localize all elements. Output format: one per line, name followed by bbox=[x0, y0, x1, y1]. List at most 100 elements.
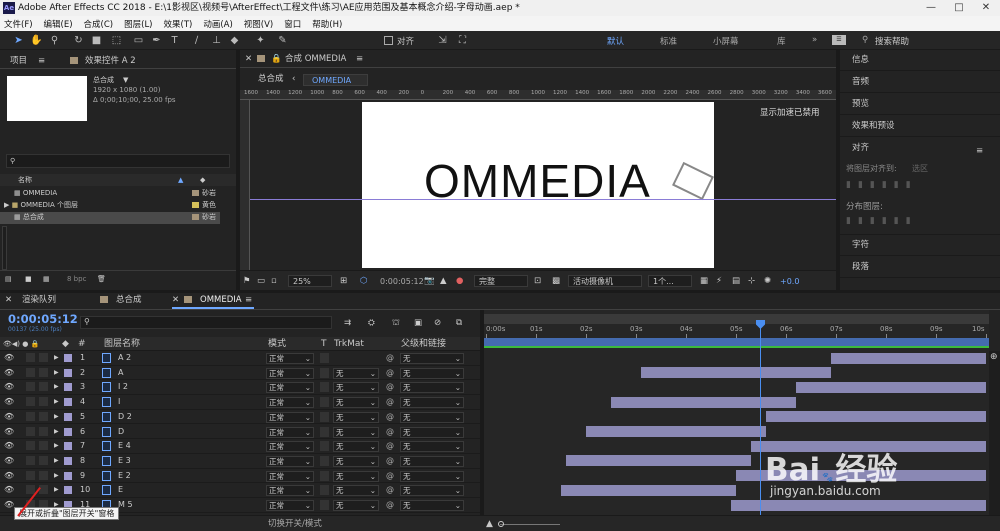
layer-row[interactable]: 👁 ▶ 10 E 正常 ⌄ 无 ⌄ @ 无 ⌄ bbox=[0, 483, 480, 498]
label-color-swatch[interactable] bbox=[64, 442, 72, 451]
pick-whip-icon[interactable]: @ bbox=[386, 470, 394, 482]
track-matte-dropdown[interactable]: 无 ⌄ bbox=[333, 367, 379, 379]
solo-toggle[interactable] bbox=[26, 397, 35, 407]
main-comp-tab[interactable]: 总合成 bbox=[116, 293, 142, 307]
lock-toggle[interactable] bbox=[39, 411, 48, 421]
blend-mode-dropdown[interactable]: 正常 ⌄ bbox=[266, 367, 314, 379]
maximize-button[interactable]: □ bbox=[945, 0, 973, 16]
layer-name[interactable]: E 4 bbox=[118, 440, 131, 452]
distribute-buttons-row[interactable]: ▮▮▮▮▮▮ bbox=[846, 216, 918, 226]
track-matte-dropdown[interactable]: 无 ⌄ bbox=[333, 397, 379, 409]
visibility-eye-icon[interactable]: 👁 bbox=[4, 426, 14, 438]
expand-layer-icon[interactable]: ▶ bbox=[54, 396, 59, 408]
comp-panel-tab[interactable]: 合成 OMMEDIA bbox=[285, 52, 346, 66]
type-tool-icon[interactable]: T bbox=[168, 34, 181, 47]
col-parent[interactable]: 父级和链接 bbox=[401, 338, 446, 350]
pick-whip-icon[interactable]: @ bbox=[386, 381, 394, 393]
bpc-label[interactable]: 8 bpc bbox=[67, 274, 86, 285]
zoom-dropdown[interactable]: 25% bbox=[288, 275, 332, 287]
label-color-swatch[interactable] bbox=[64, 471, 72, 480]
parent-dropdown[interactable]: 无 ⌄ bbox=[400, 382, 464, 394]
pixel-aspect-icon[interactable]: ▦ bbox=[700, 274, 708, 288]
draft-3d-icon[interactable]: ⛭ bbox=[368, 316, 375, 330]
toggle-switches-modes[interactable]: 切换开关/模式 bbox=[268, 518, 322, 530]
fast-previews-icon[interactable]: ⚡ bbox=[716, 274, 722, 288]
transparency-grid-icon[interactable]: ▩ bbox=[552, 274, 560, 288]
layer-duration-bar[interactable] bbox=[766, 411, 986, 423]
label-color-swatch[interactable] bbox=[64, 354, 72, 362]
blend-mode-dropdown[interactable]: 正常 ⌄ bbox=[266, 455, 314, 467]
preserve-transparency-toggle[interactable] bbox=[320, 426, 329, 437]
layer-row[interactable]: 👁 ▶ 8 E 3 正常 ⌄ 无 ⌄ @ 无 ⌄ bbox=[0, 454, 480, 469]
rotate-tool-icon[interactable]: ↻ bbox=[72, 34, 85, 47]
layer-duration-bar[interactable] bbox=[566, 455, 751, 467]
timeline-graph-area[interactable]: 0:00s 01s 02s 03s 04s 05s 06s 07s 08s 09s 10s bbox=[484, 310, 989, 531]
layer-duration-bar[interactable] bbox=[611, 396, 796, 408]
lock-icon[interactable]: 🔒 bbox=[271, 52, 282, 66]
parent-dropdown[interactable]: 无 ⌄ bbox=[400, 441, 464, 453]
project-menu-icon[interactable]: ≡ bbox=[38, 54, 45, 68]
workspace-small-screen[interactable]: 小屏幕 bbox=[713, 35, 739, 47]
layer-row[interactable]: 👁 ▶ 2 A 正常 ⌄ 无 ⌄ @ 无 ⌄ bbox=[0, 366, 480, 381]
track-matte-dropdown[interactable]: 无 ⌄ bbox=[333, 441, 379, 453]
parent-dropdown[interactable]: 无 ⌄ bbox=[400, 411, 464, 423]
clone-stamp-tool-icon[interactable]: ⊥ bbox=[210, 34, 223, 47]
ommedia-timeline-tab[interactable]: OMMEDIA bbox=[200, 293, 242, 307]
menu-effect[interactable]: 效果(T) bbox=[164, 18, 193, 30]
menu-edit[interactable]: 编辑(E) bbox=[44, 18, 73, 30]
roto-brush-tool-icon[interactable]: ✦ bbox=[254, 34, 267, 47]
project-item-ommedia[interactable]: ▦ OMMEDIA 砂岩 bbox=[0, 188, 236, 200]
align-buttons-row[interactable]: ▮▮▮▮▮▮ bbox=[846, 180, 918, 190]
expand-layer-icon[interactable]: ▶ bbox=[54, 381, 59, 393]
expand-layer-icon[interactable]: ▶ bbox=[54, 455, 59, 467]
exposure-reset-icon[interactable]: ✺ bbox=[764, 274, 771, 288]
label-color-swatch[interactable] bbox=[64, 383, 72, 392]
timeline-zoom-slider[interactable] bbox=[500, 524, 560, 525]
pick-whip-icon[interactable]: @ bbox=[386, 440, 394, 452]
expand-layer-icon[interactable]: ▶ bbox=[54, 352, 59, 364]
zoom-in-icon[interactable]: ⊕ bbox=[990, 352, 998, 362]
col-t[interactable]: T bbox=[321, 338, 327, 350]
menu-file[interactable]: 文件(F) bbox=[4, 18, 33, 30]
guide-line[interactable] bbox=[250, 199, 836, 200]
preview-panel-tab[interactable]: 预览 bbox=[840, 94, 1000, 115]
snapshot-icon[interactable]: 📷 bbox=[424, 274, 435, 288]
time-ruler[interactable]: 0:00s 01s 02s 03s 04s 05s 06s 07s 08s 09s 10s bbox=[484, 324, 989, 338]
layer-name[interactable]: E 2 bbox=[118, 470, 131, 482]
solo-toggle[interactable] bbox=[26, 470, 35, 480]
comp-panel-close-icon[interactable]: ✕ bbox=[245, 52, 252, 66]
layer-name[interactable]: D bbox=[118, 426, 124, 438]
resolution-icon[interactable]: ▫ bbox=[271, 274, 277, 288]
layer-duration-bar[interactable] bbox=[641, 367, 831, 379]
visibility-eye-icon[interactable]: 👁 bbox=[4, 381, 14, 393]
label-color-swatch[interactable] bbox=[64, 368, 72, 377]
track-matte-dropdown[interactable]: 无 ⌄ bbox=[333, 470, 379, 482]
lock-toggle[interactable] bbox=[39, 441, 48, 451]
motion-blur-icon[interactable]: ⊘ bbox=[434, 316, 441, 330]
menu-composition[interactable]: 合成(C) bbox=[84, 18, 114, 30]
layer-duration-bar[interactable] bbox=[831, 352, 986, 364]
lock-toggle[interactable] bbox=[39, 485, 48, 495]
label-color-swatch[interactable] bbox=[64, 486, 72, 495]
label-color-swatch[interactable] bbox=[64, 398, 72, 407]
effects-controls-tab[interactable]: 效果控件 A 2 bbox=[85, 54, 136, 68]
breadcrumb-main-comp[interactable]: 总合成 bbox=[258, 72, 284, 86]
solo-toggle[interactable] bbox=[26, 441, 35, 451]
effects-presets-tab[interactable]: 效果和预设 bbox=[840, 116, 1000, 137]
workspace-standard[interactable]: 标准 bbox=[660, 35, 677, 47]
lock-toggle[interactable] bbox=[39, 397, 48, 407]
solo-toggle[interactable] bbox=[26, 455, 35, 465]
solo-toggle[interactable] bbox=[26, 353, 35, 362]
color-channel-icon[interactable]: ● bbox=[456, 274, 463, 288]
solo-toggle[interactable] bbox=[26, 426, 35, 436]
layer-row[interactable]: 👁 ▶ 7 E 4 正常 ⌄ 无 ⌄ @ 无 ⌄ bbox=[0, 439, 480, 454]
preserve-transparency-toggle[interactable] bbox=[320, 500, 329, 510]
render-queue-tab[interactable]: 渲染队列 bbox=[22, 293, 56, 307]
pick-whip-icon[interactable]: @ bbox=[386, 426, 394, 438]
workspace-overflow-icon[interactable]: » bbox=[812, 35, 817, 45]
visibility-eye-icon[interactable]: 👁 bbox=[4, 499, 14, 511]
lock-toggle[interactable] bbox=[39, 426, 48, 436]
menu-animation[interactable]: 动画(A) bbox=[203, 18, 232, 30]
expand-layer-icon[interactable]: ▶ bbox=[54, 426, 59, 438]
track-matte-dropdown[interactable]: 无 ⌄ bbox=[333, 485, 379, 497]
